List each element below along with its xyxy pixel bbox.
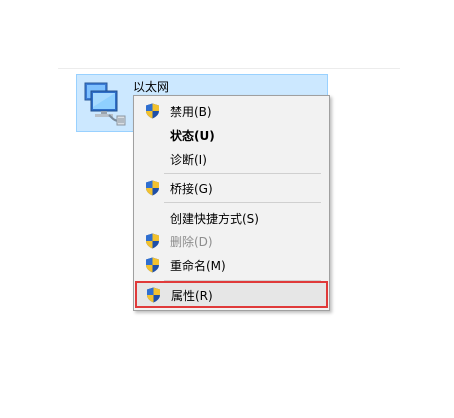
menu-separator	[164, 173, 321, 174]
menu-item-status[interactable]: 状态(U)	[136, 124, 327, 146]
menu-item-disable[interactable]: 禁用(B)	[136, 100, 327, 122]
menu-item-label: 状态(U)	[170, 129, 215, 143]
menu-item-label: 属性(R)	[171, 289, 213, 303]
context-menu: 禁用(B) 状态(U) 诊断(I) 桥接(G) 创建快捷方式(S) 删除(D)	[133, 95, 330, 311]
menu-item-label: 诊断(I)	[170, 153, 207, 167]
uac-shield-icon	[146, 233, 159, 249]
menu-item-create-shortcut[interactable]: 创建快捷方式(S)	[136, 207, 327, 229]
menu-separator	[164, 202, 321, 203]
uac-shield-icon	[146, 180, 159, 196]
menu-item-bridge[interactable]: 桥接(G)	[136, 177, 327, 199]
network-adapter-name: 以太网	[133, 80, 170, 94]
menu-item-properties[interactable]: 属性(R)	[137, 284, 326, 306]
network-computer-icon	[84, 82, 126, 126]
menu-item-label: 创建快捷方式(S)	[170, 212, 259, 226]
menu-item-label: 重命名(M)	[170, 259, 226, 273]
menu-item-delete: 删除(D)	[136, 230, 327, 252]
top-divider	[58, 68, 400, 69]
menu-item-diagnose[interactable]: 诊断(I)	[136, 148, 327, 170]
uac-shield-icon	[146, 257, 159, 273]
menu-item-label: 桥接(G)	[170, 182, 213, 196]
menu-item-label: 删除(D)	[170, 235, 213, 249]
uac-shield-icon	[147, 287, 160, 303]
uac-shield-icon	[146, 103, 159, 119]
menu-item-rename[interactable]: 重命名(M)	[136, 254, 327, 276]
menu-item-label: 禁用(B)	[170, 105, 212, 119]
